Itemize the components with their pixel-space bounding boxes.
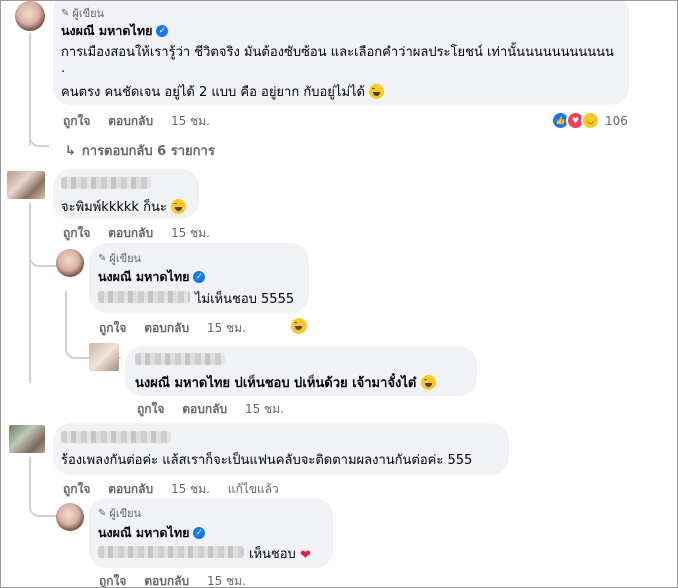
timestamp[interactable]: 15 ชม. xyxy=(171,482,210,496)
comments-panel: ✎ ผู้เขียน นงผณี มหาดไทย ✓ การเมืองสอนให… xyxy=(0,0,678,588)
reaction-summary[interactable]: 👍 ♥ ◡ 106 xyxy=(551,111,628,130)
reply-button[interactable]: ตอบกลับ xyxy=(108,114,153,128)
like-button[interactable]: ถูกใจ xyxy=(99,574,126,587)
commenter-name[interactable]: นงผณี มหาดไทย ✓ xyxy=(98,523,206,543)
laughing-emoji-icon xyxy=(170,199,186,214)
author-avatar[interactable] xyxy=(56,249,84,277)
author-avatar[interactable] xyxy=(15,1,45,31)
reply-button[interactable]: ตอบกลับ xyxy=(182,402,227,416)
thread-line xyxy=(29,203,31,383)
commenter-name[interactable]: นงผณี มหาดไทย ✓ xyxy=(98,267,206,287)
blurred-commenter-name[interactable] xyxy=(61,177,151,189)
like-button[interactable]: ถูกใจ xyxy=(137,402,164,416)
like-button[interactable]: ถูกใจ xyxy=(63,226,90,240)
author-badge: ✎ ผู้เขียน xyxy=(61,4,104,22)
verified-icon: ✓ xyxy=(193,527,206,539)
author-badge-label: ผู้เขียน xyxy=(109,252,142,265)
comment-text-line3: คนตรง คนชัดเจน อยู่ได้ 2 แบบ คือ อยู่ยาก… xyxy=(61,81,385,102)
thread-elbow xyxy=(29,497,57,517)
laughing-emoji-icon xyxy=(369,84,385,99)
reaction-count: 106 xyxy=(605,113,628,128)
edited-label[interactable]: แก้ไขแล้ว xyxy=(228,482,279,496)
tagged-name[interactable] xyxy=(98,546,244,558)
haha-reaction-icon[interactable] xyxy=(291,318,307,334)
thread-line xyxy=(29,33,31,145)
commenter-avatar[interactable] xyxy=(7,171,45,199)
reply-text: ไม่เห็นชอบ 5555 xyxy=(195,292,295,307)
view-replies-link[interactable]: ↳ การตอบกลับ 6 รายการ xyxy=(65,140,215,161)
commenter-avatar[interactable] xyxy=(9,425,45,453)
author-badge: ✎ ผู้เขียน xyxy=(98,249,141,267)
author-avatar[interactable] xyxy=(56,503,84,531)
view-replies-label[interactable]: การตอบกลับ 6 รายการ xyxy=(82,144,215,159)
tagged-name[interactable] xyxy=(98,291,190,303)
commenter-name-text[interactable]: นงผณี มหาดไทย xyxy=(61,21,152,41)
reply-button[interactable]: ตอบกลับ xyxy=(108,226,153,240)
like-button[interactable]: ถูกใจ xyxy=(63,482,90,496)
timestamp[interactable]: 15 ชม. xyxy=(207,321,246,335)
reply-text: เห็นชอบ ❤ xyxy=(249,543,311,564)
author-badge-label: ผู้เขียน xyxy=(109,507,142,520)
reply-actions: ถูกใจ ตอบกลับ 15 ชม. xyxy=(99,572,260,587)
comment-text: ร้องเพลงกันต่อค่ะ แล้สเราก็จะเป็นแฟนคลับ… xyxy=(61,453,473,468)
comment-actions: ถูกใจ ตอบกลับ 15 ชม. xyxy=(63,224,224,243)
author-badge-label: ผู้เขียน xyxy=(72,7,105,20)
reply-text-content: เห็นชอบ xyxy=(249,547,296,562)
like-button[interactable]: ถูกใจ xyxy=(63,114,90,128)
haha-reaction-icon: ◡ xyxy=(581,111,600,130)
timestamp[interactable]: 15 ชม. xyxy=(245,402,284,416)
comment-text-line2: . xyxy=(61,61,66,76)
comment-actions: ถูกใจ ตอบกลับ 15 ชม. แก้ไขแล้ว xyxy=(63,480,293,499)
blurred-commenter-name[interactable] xyxy=(135,353,225,365)
reply-actions: ถูกใจ ตอบกลับ 15 ชม. xyxy=(99,319,260,338)
commenter-name-text[interactable]: นงผณี มหาดไทย xyxy=(98,523,189,543)
reply-text-content: นงผณี มหาดไทย บ่เห็นชอบ บ่เห็นด้วย เจ้าม… xyxy=(135,376,417,391)
reply-button[interactable]: ตอบกลับ xyxy=(144,321,189,335)
thread-elbow xyxy=(29,131,49,147)
like-button[interactable]: ถูกใจ xyxy=(99,321,126,335)
verified-icon: ✓ xyxy=(193,271,206,283)
thread-line xyxy=(29,457,31,497)
comment-actions: ถูกใจ ตอบกลับ 15 ชม. xyxy=(63,112,224,131)
reply-button[interactable]: ตอบกลับ xyxy=(108,482,153,496)
laughing-emoji-icon xyxy=(420,375,436,390)
comment-text-line1: การเมืองสอนให้เรารู้ว่า ชีวิตจริง มันต้อ… xyxy=(61,45,614,60)
reply-text: นงผณี มหาดไทย บ่เห็นชอบ บ่เห็นด้วย เจ้าม… xyxy=(135,372,436,393)
comment-text-line3-content: คนตรง คนชัดเจน อยู่ได้ 2 แบบ คือ อยู่ยาก… xyxy=(61,85,365,100)
pen-icon: ✎ xyxy=(61,7,70,19)
verified-icon: ✓ xyxy=(156,25,169,37)
author-badge: ✎ ผู้เขียน xyxy=(98,504,141,522)
comment-text: จะพิมพ์kkkkk ก็นะ xyxy=(61,196,186,217)
commenter-name-text[interactable]: นงผณี มหาดไทย xyxy=(98,267,189,287)
heart-emoji-icon: ❤ xyxy=(299,548,311,563)
commenter-avatar[interactable] xyxy=(89,343,119,371)
timestamp[interactable]: 15 ชม. xyxy=(171,226,210,240)
reply-actions: ถูกใจ ตอบกลับ 15 ชม. xyxy=(137,400,298,419)
timestamp[interactable]: 15 ชม. xyxy=(207,574,246,587)
reply-arrow-icon: ↳ xyxy=(65,144,76,159)
commenter-name[interactable]: นงผณี มหาดไทย ✓ xyxy=(61,21,169,41)
blurred-commenter-name[interactable] xyxy=(61,431,171,443)
pen-icon: ✎ xyxy=(98,507,107,519)
pen-icon: ✎ xyxy=(98,252,107,264)
reply-button[interactable]: ตอบกลับ xyxy=(144,574,189,587)
comment-text-content: จะพิมพ์kkkkk ก็นะ xyxy=(61,200,167,215)
timestamp[interactable]: 15 ชม. xyxy=(171,114,210,128)
thread-elbow xyxy=(29,251,57,267)
